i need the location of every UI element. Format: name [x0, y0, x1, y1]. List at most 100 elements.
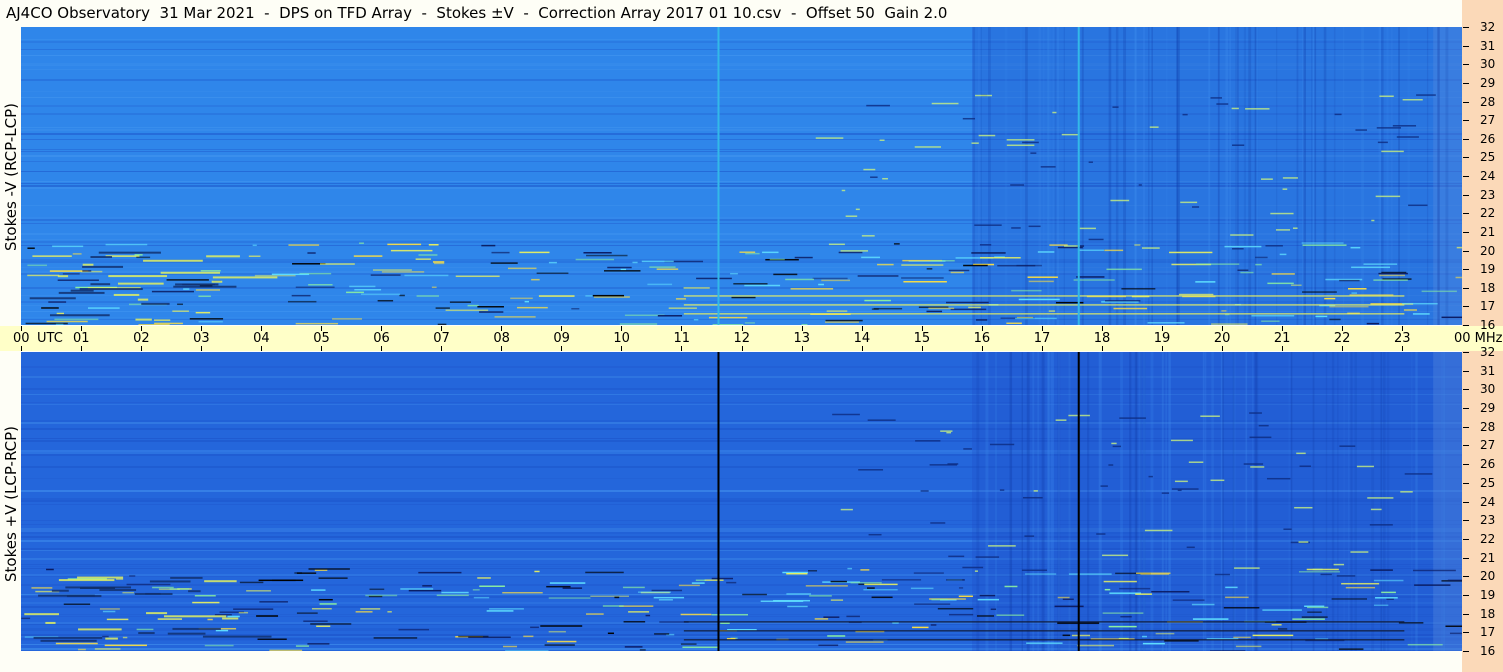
interference-streak [175, 283, 219, 286]
vertical-band [1252, 352, 1254, 651]
interference-streak [1210, 650, 1246, 651]
interference-streak [1210, 97, 1222, 99]
interference-streak [41, 307, 59, 309]
interference-streak [1378, 272, 1408, 275]
vertical-band [1148, 27, 1150, 325]
interference-streak [151, 290, 194, 293]
interference-streak [1366, 322, 1380, 325]
interference-streak [360, 293, 401, 296]
interference-streak [1375, 195, 1401, 198]
interference-streak [712, 324, 744, 325]
interference-streak [1324, 297, 1336, 300]
interference-streak [1351, 266, 1391, 269]
vertical-band [1254, 352, 1258, 651]
interference-streak [135, 318, 152, 321]
interference-streak [619, 605, 654, 607]
interference-streak [809, 595, 832, 597]
vertical-band [1129, 352, 1132, 651]
interference-streak [1225, 586, 1238, 589]
vertical-band [1243, 27, 1246, 325]
interference-streak [296, 572, 317, 574]
interference-streak [546, 585, 571, 588]
interference-streak [252, 244, 257, 247]
vertical-band [995, 352, 997, 651]
interference-streak [354, 288, 382, 291]
interference-streak [901, 277, 944, 279]
interference-streak [1177, 489, 1182, 492]
time-marker-line [1077, 352, 1080, 651]
interference-streak [248, 255, 261, 257]
interference-streak [1402, 98, 1423, 101]
interference-streak [592, 294, 625, 297]
interference-streak [861, 256, 880, 259]
interference-streak [398, 628, 430, 631]
interference-streak [845, 215, 858, 217]
interference-streak [1445, 625, 1462, 628]
interference-streak [824, 321, 859, 323]
interference-streak [1026, 642, 1063, 644]
interference-streak [400, 588, 434, 590]
interference-streak [879, 139, 885, 141]
interference-streak [172, 627, 221, 630]
interference-streak [296, 612, 318, 614]
interference-streak [827, 635, 846, 637]
vertical-band [1211, 352, 1214, 651]
interference-streak [1040, 166, 1056, 168]
interference-streak [1161, 492, 1170, 494]
interference-streak [726, 581, 737, 584]
interference-streak [1408, 204, 1428, 207]
vertical-band [1009, 352, 1013, 651]
interference-streak [593, 296, 630, 298]
interference-streak [1025, 573, 1057, 575]
vertical-band [1333, 27, 1336, 325]
interference-streak [946, 431, 952, 434]
interference-streak [295, 322, 339, 325]
interference-streak [198, 320, 223, 323]
interference-streak [882, 177, 888, 180]
interference-streak [1249, 436, 1272, 439]
interference-streak [607, 632, 614, 635]
interference-streak [1235, 645, 1262, 648]
interference-streak [762, 251, 779, 254]
interference-streak [1078, 249, 1104, 252]
interference-streak [490, 262, 518, 264]
interference-streak [415, 258, 431, 260]
interference-streak [308, 568, 350, 570]
vertical-band [1325, 352, 1328, 651]
interference-streak [1141, 247, 1160, 249]
interference-streak [1011, 227, 1021, 229]
interference-streak [360, 608, 381, 610]
interference-streak [675, 298, 686, 300]
vertical-band [977, 27, 980, 325]
interference-streak [814, 618, 829, 620]
vertical-band [1256, 27, 1259, 325]
interference-streak [866, 104, 890, 107]
vertical-band [1254, 27, 1257, 325]
interference-streak [1037, 251, 1055, 253]
interference-streak [307, 252, 316, 254]
interference-streak [204, 580, 237, 583]
vertical-band [1382, 352, 1386, 651]
interference-streak [978, 134, 996, 137]
interference-streak [1279, 253, 1287, 256]
interference-streak [1174, 480, 1188, 483]
interference-streak [711, 613, 748, 616]
vertical-band [1302, 27, 1304, 325]
interference-streak [1379, 274, 1405, 277]
interference-streak [1172, 599, 1205, 601]
vertical-band [1407, 27, 1410, 325]
vertical-band [1445, 27, 1449, 325]
interference-streak [51, 589, 69, 592]
interference-streak [58, 579, 115, 582]
interference-streak [56, 312, 64, 315]
interference-streak [658, 599, 673, 601]
interference-streak [63, 603, 91, 605]
vertical-band [1176, 27, 1179, 325]
interference-streak [745, 252, 760, 255]
interference-streak [38, 594, 95, 597]
interference-streak [614, 596, 620, 599]
interference-streak [21, 617, 31, 620]
vertical-band [1217, 27, 1220, 325]
interference-streak [682, 646, 718, 648]
interference-streak [57, 279, 99, 281]
